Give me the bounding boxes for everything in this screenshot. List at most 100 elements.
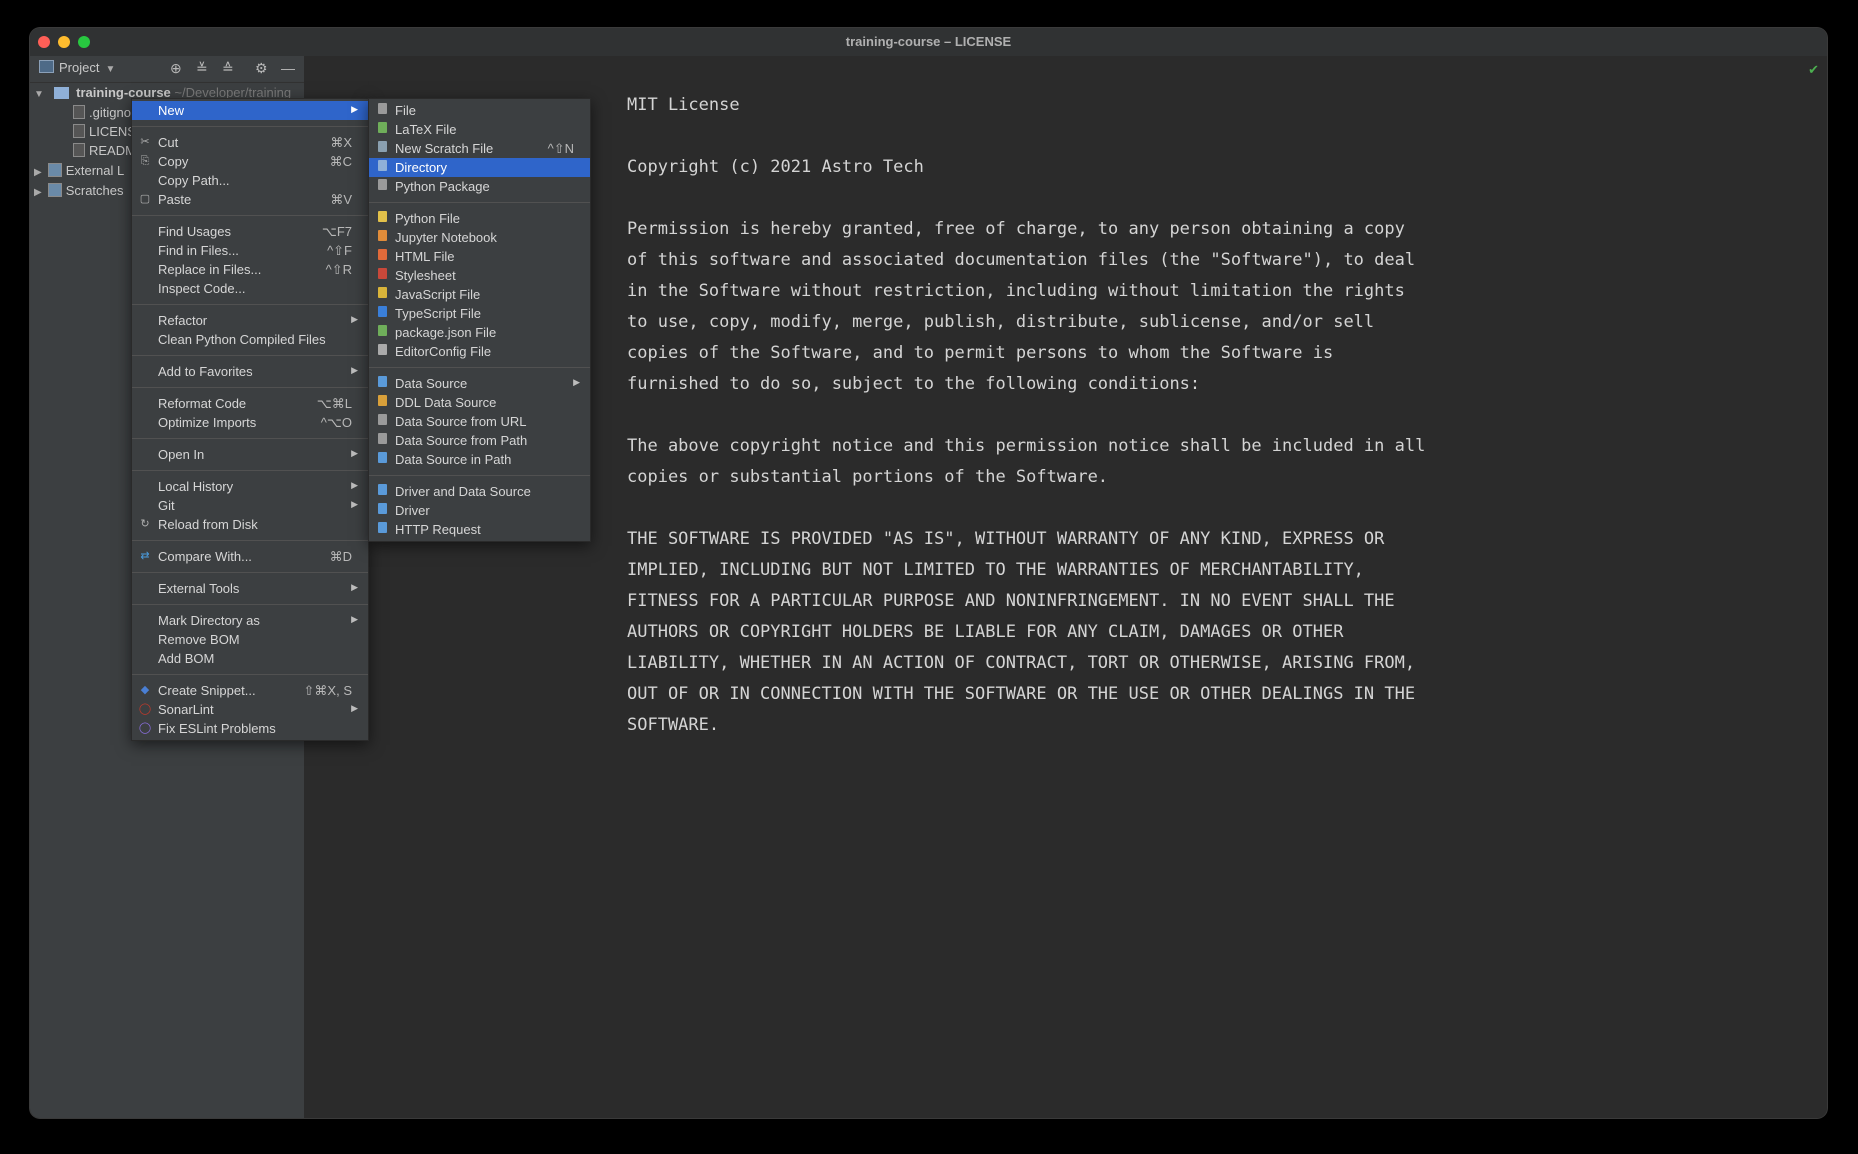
menu-item-copy-path[interactable]: Copy Path...	[132, 171, 368, 190]
submenu-arrow-icon: ▶	[351, 582, 358, 592]
driver-and-data-source-icon	[375, 484, 389, 499]
menu-item-driver[interactable]: Driver	[369, 501, 590, 520]
menu-item-find-usages[interactable]: Find Usages ⌥F7	[132, 222, 368, 241]
submenu-arrow-icon: ▶	[351, 614, 358, 624]
menu-item-mark-directory-as[interactable]: Mark Directory as ▶	[132, 611, 368, 630]
menu-item-create-snippet[interactable]: ◆ Create Snippet... ⇧⌘X, S	[132, 681, 368, 700]
menu-item-remove-bom[interactable]: Remove BOM	[132, 630, 368, 649]
menu-item-find-in-files[interactable]: Find in Files... ^⇧F	[132, 241, 368, 260]
menu-item-editorconfig-file[interactable]: EditorConfig File	[369, 342, 590, 361]
file-icon	[73, 105, 85, 119]
menu-item-javascript-file[interactable]: JavaScript File	[369, 285, 590, 304]
menu-item-python-file[interactable]: Python File	[369, 209, 590, 228]
locate-icon[interactable]: ⊕	[170, 60, 182, 77]
menu-item-add-bom[interactable]: Add BOM	[132, 649, 368, 668]
menu-item-paste[interactable]: ▢ Paste ⌘V	[132, 190, 368, 209]
menu-item-label: Create Snippet...	[158, 683, 256, 698]
collapse-all-icon[interactable]: ≙	[222, 60, 234, 77]
menu-item-stylesheet[interactable]: Stylesheet	[369, 266, 590, 285]
menu-item-local-history[interactable]: Local History ▶	[132, 477, 368, 496]
menu-item-fix-eslint-problems[interactable]: ◯ Fix ESLint Problems	[132, 719, 368, 738]
menu-separator	[369, 367, 590, 368]
menu-item-file[interactable]: File	[369, 101, 590, 120]
menu-item-external-tools[interactable]: External Tools ▶	[132, 579, 368, 598]
menu-item-jupyter-notebook[interactable]: Jupyter Notebook	[369, 228, 590, 247]
menu-item-directory[interactable]: Directory	[369, 158, 590, 177]
menu-item-label: File	[395, 103, 416, 118]
menu-item-typescript-file[interactable]: TypeScript File	[369, 304, 590, 323]
menu-item-copy[interactable]: ⎘ Copy ⌘C	[132, 152, 368, 171]
menu-item-data-source[interactable]: Data Source ▶	[369, 374, 590, 393]
menu-item-sonarlint[interactable]: ◯ SonarLint ▶	[132, 700, 368, 719]
menu-item-shortcut: ⌘V	[330, 192, 352, 207]
menu-item-label: Remove BOM	[158, 632, 240, 647]
expand-all-icon[interactable]: ≚	[196, 60, 208, 77]
menu-item-label: Replace in Files...	[158, 262, 262, 277]
menu-item-label: Data Source from Path	[395, 433, 528, 448]
menu-item-label: Local History	[158, 479, 234, 494]
menu-item-shortcut: ^⇧N	[547, 141, 574, 156]
menu-item-ddl-data-source[interactable]: DDL Data Source	[369, 393, 590, 412]
menu-item-python-package[interactable]: Python Package	[369, 177, 590, 196]
sonarlint-icon: ◯	[138, 703, 152, 715]
menu-item-package-json-file[interactable]: package.json File	[369, 323, 590, 342]
menu-item-new[interactable]: New ▶	[132, 101, 368, 120]
menu-item-replace-in-files[interactable]: Replace in Files... ^⇧R	[132, 260, 368, 279]
menu-item-data-source-from-url[interactable]: Data Source from URL	[369, 412, 590, 431]
data-source-from-path-icon	[375, 433, 389, 448]
jupyter-notebook-icon	[375, 230, 389, 245]
create-snippet-icon: ◆	[140, 684, 150, 696]
project-view-selector[interactable]: Project ▼	[39, 60, 115, 75]
license-text[interactable]: MIT License Copyright (c) 2021 Astro Tec…	[627, 90, 1425, 741]
menu-item-latex-file[interactable]: LaTeX File	[369, 120, 590, 139]
menu-item-label: Data Source in Path	[395, 452, 512, 467]
menu-item-inspect-code[interactable]: Inspect Code...	[132, 279, 368, 298]
menu-item-add-to-favorites[interactable]: Add to Favorites ▶	[132, 362, 368, 381]
chevron-down-icon: ▼	[34, 89, 44, 100]
menu-separator	[132, 215, 368, 216]
menu-item-compare-with[interactable]: ⇄ Compare With... ⌘D	[132, 547, 368, 566]
editorconfig-file-icon	[375, 344, 389, 359]
menu-item-label: Reload from Disk	[158, 517, 258, 532]
paste-icon: ▢	[139, 193, 151, 205]
menu-item-shortcut: ⌘D	[329, 549, 352, 564]
menu-item-driver-and-data-source[interactable]: Driver and Data Source	[369, 482, 590, 501]
menu-item-clean-python-compiled-files[interactable]: Clean Python Compiled Files	[132, 330, 368, 349]
menu-item-label: JavaScript File	[395, 287, 481, 302]
menu-item-html-file[interactable]: HTML File	[369, 247, 590, 266]
copy-icon: ⎘	[140, 155, 150, 167]
menu-item-new-scratch-file[interactable]: New Scratch File ^⇧N	[369, 139, 590, 158]
menu-separator	[132, 674, 368, 675]
data-source-icon	[375, 376, 389, 391]
menu-item-reformat-code[interactable]: Reformat Code ⌥⌘L	[132, 394, 368, 413]
submenu-arrow-icon: ▶	[351, 499, 358, 509]
menu-item-label: External Tools	[158, 581, 240, 596]
menu-item-http-request[interactable]: HTTP Request	[369, 520, 590, 539]
title-bar: training-course – LICENSE	[30, 28, 1827, 57]
menu-item-label: Cut	[158, 135, 179, 150]
hide-icon[interactable]: —	[281, 60, 295, 76]
menu-item-data-source-in-path[interactable]: Data Source in Path	[369, 450, 590, 469]
gear-icon[interactable]: ⚙	[255, 60, 268, 77]
menu-item-label: Data Source from URL	[395, 414, 527, 429]
menu-separator	[132, 604, 368, 605]
menu-item-cut[interactable]: ✂ Cut ⌘X	[132, 133, 368, 152]
tree-item-label: External L	[65, 163, 125, 178]
menu-item-git[interactable]: Git ▶	[132, 496, 368, 515]
fix-eslint-problems-icon: ◯	[138, 722, 152, 734]
menu-item-refactor[interactable]: Refactor ▶	[132, 311, 368, 330]
menu-item-data-source-from-path[interactable]: Data Source from Path	[369, 431, 590, 450]
tree-item[interactable]: ▶ External L	[34, 163, 124, 181]
menu-item-open-in[interactable]: Open In ▶	[132, 445, 368, 464]
project-view-label: Project	[59, 60, 100, 75]
menu-item-label: Fix ESLint Problems	[158, 721, 276, 736]
menu-item-label: SonarLint	[158, 702, 214, 717]
directory-icon	[375, 160, 389, 175]
menu-item-reload-from-disk[interactable]: ↻ Reload from Disk	[132, 515, 368, 534]
html-file-icon	[375, 249, 389, 264]
menu-item-label: Driver and Data Source	[395, 484, 531, 499]
latex-file-icon	[375, 122, 389, 137]
tree-item[interactable]: ▶ Scratches	[34, 183, 124, 201]
menu-separator	[369, 475, 590, 476]
menu-item-optimize-imports[interactable]: Optimize Imports ^⌥O	[132, 413, 368, 432]
